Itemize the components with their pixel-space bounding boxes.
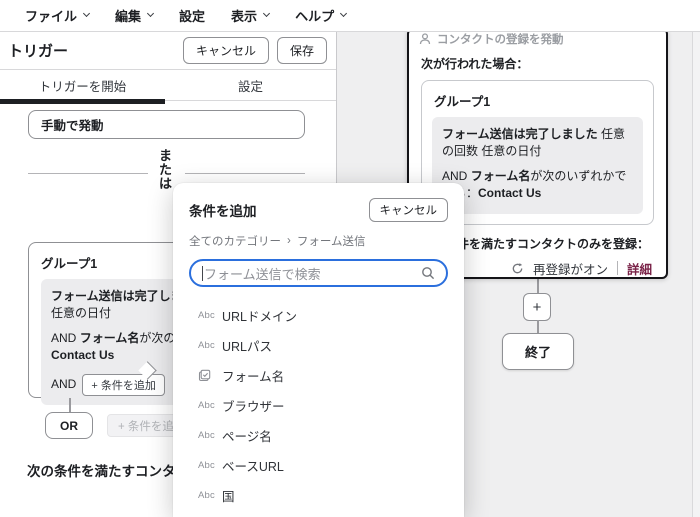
property-item[interactable]: Abcブラウザー <box>189 390 448 420</box>
form-type-icon <box>189 369 222 382</box>
menubar-item-label: ファイル <box>25 6 77 25</box>
property-item-label: フォーム名 <box>222 366 284 385</box>
condition-2: AND フォーム名が次のいずれかである：Contact Us <box>442 168 633 203</box>
add-condition-button[interactable]: + 条件を追加 <box>82 374 164 396</box>
workflow-editor: ファイル編集設定表示ヘルプ トリガー キャンセル 保存 トリガーを開始 設定 手… <box>0 0 700 517</box>
search-placeholder: フォーム送信で検索 <box>204 264 420 283</box>
text-type-icon: Abc <box>189 460 222 471</box>
menubar-item-label: 設定 <box>179 6 205 25</box>
menubar-item[interactable]: ファイル <box>25 6 89 25</box>
popup-cancel-button[interactable]: キャンセル <box>369 198 449 222</box>
property-item[interactable]: Abc国 <box>189 480 448 510</box>
condition-1: フォーム送信は完了しました 任意の回数 任意の日付 <box>442 126 633 161</box>
breadcrumb-root[interactable]: 全てのカテゴリー <box>189 233 281 249</box>
chevron-down-icon <box>263 10 270 17</box>
property-item-label: URLドメイン <box>222 306 297 325</box>
menubar-item[interactable]: ヘルプ <box>295 6 346 25</box>
or-divider-label: または <box>158 149 173 191</box>
popup-header: 条件を追加 キャンセル <box>189 198 448 222</box>
property-item[interactable]: Abcページ名 <box>189 420 448 450</box>
property-item[interactable]: AbcURLパス <box>189 330 448 360</box>
save-button[interactable]: 保存 <box>277 37 327 64</box>
reenroll-label: 再登録がオン <box>533 259 608 278</box>
breadcrumb-current: フォーム送信 <box>297 233 366 249</box>
property-item-label: 国 <box>222 486 235 505</box>
popup-title: 条件を追加 <box>189 200 257 220</box>
breadcrumb: 全てのカテゴリー › フォーム送信 <box>189 233 448 249</box>
canvas-scrollbar-track[interactable] <box>692 32 700 517</box>
reenroll-icon <box>511 262 524 275</box>
when-label: 次が行われた場合： <box>409 49 666 72</box>
end-node[interactable]: 終了 <box>502 333 574 370</box>
menubar-item[interactable]: 編集 <box>115 6 153 25</box>
menubar-item-label: 編集 <box>115 6 141 25</box>
chevron-down-icon <box>340 10 347 17</box>
property-item-label: ページ名 <box>222 426 272 445</box>
cancel-button[interactable]: キャンセル <box>183 37 269 64</box>
text-cursor <box>202 266 203 281</box>
group-title: グループ1 <box>422 81 653 117</box>
connector-line <box>537 279 539 293</box>
property-item-label: ブラウザー <box>222 396 285 415</box>
menubar: ファイル 編集 設定 表示 ヘルプ <box>0 0 700 32</box>
panel-title: トリガー <box>8 40 183 61</box>
add-action-button[interactable]: + <box>523 293 551 321</box>
tab-settings[interactable]: 設定 <box>165 70 336 100</box>
menubar-item-label: ヘルプ <box>295 6 334 25</box>
panel-tabs: トリガーを開始 設定 <box>0 70 336 101</box>
form-type-icon <box>198 369 211 382</box>
text-type-icon: Abc <box>189 430 222 441</box>
text-type-icon: Abc <box>189 340 222 351</box>
manual-trigger-box[interactable]: 手動で発動 <box>28 110 305 139</box>
property-item-label: ベースURL <box>222 456 284 475</box>
chevron-down-icon <box>147 10 154 17</box>
property-item[interactable]: AbcベースURL <box>189 450 448 480</box>
property-list: AbcURLドメインAbcURLパスフォーム名AbcブラウザーAbcページ名Ab… <box>189 300 448 510</box>
text-type-icon: Abc <box>189 310 222 321</box>
connector-line <box>537 320 539 333</box>
menubar-item[interactable]: 設定 <box>179 6 205 25</box>
enrollment-note: 次の条件を満たすコンタク <box>27 460 189 480</box>
tab-start-trigger[interactable]: トリガーを開始 <box>0 70 165 100</box>
property-item[interactable]: AbcURLドメイン <box>189 300 448 330</box>
text-type-icon: Abc <box>189 400 222 411</box>
property-item-label: URLパス <box>222 336 272 355</box>
add-condition-popup: 条件を追加 キャンセル 全てのカテゴリー › フォーム送信 フォーム送信で検索 … <box>173 183 464 517</box>
trigger-panel-header: トリガー キャンセル 保存 <box>0 32 336 70</box>
menubar-item[interactable]: 表示 <box>231 6 269 25</box>
text-type-icon: Abc <box>189 490 222 501</box>
active-tab-indicator <box>0 99 165 104</box>
card-header-label: コンタクトの登録を発動 <box>437 31 564 47</box>
search-input[interactable]: フォーム送信で検索 <box>189 259 448 287</box>
divider-line-right <box>185 173 305 174</box>
property-item[interactable]: フォーム名 <box>189 360 448 390</box>
or-group-button[interactable]: OR <box>45 412 93 439</box>
divider-line-left <box>28 173 148 174</box>
search-icon <box>421 266 435 280</box>
breadcrumb-separator: › <box>287 235 291 247</box>
details-link[interactable]: 詳細 <box>627 259 652 278</box>
menubar-item-label: 表示 <box>231 6 257 25</box>
chevron-down-icon <box>83 10 90 17</box>
contact-icon <box>419 33 431 45</box>
separator <box>617 261 618 275</box>
connector-line <box>69 398 71 412</box>
